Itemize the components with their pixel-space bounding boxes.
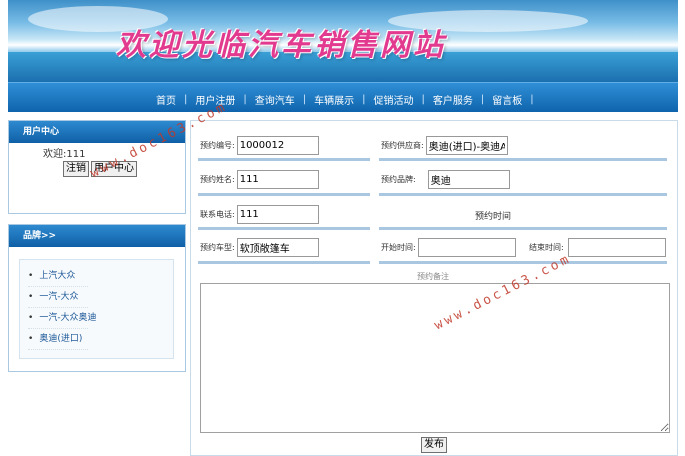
end-time-input[interactable]: [567, 237, 666, 257]
welcome-text: 欢迎:111: [43, 149, 86, 160]
note-textarea[interactable]: [200, 283, 670, 433]
site-title: 欢迎光临汽车销售网站: [116, 28, 446, 63]
nav-item-search-car[interactable]: 查询汽车 |: [247, 92, 306, 107]
brand-input[interactable]: [427, 169, 510, 189]
nav-item-showcase[interactable]: 车辆展示 |: [306, 92, 365, 107]
brand-item[interactable]: 一汽-大众奥迪: [28, 308, 97, 329]
submit-button[interactable]: 发布: [421, 437, 447, 453]
model-label: 预约车型:: [200, 242, 235, 252]
brand-item[interactable]: 一汽-大众: [28, 287, 88, 308]
brand-label: 预约品牌:: [381, 174, 416, 184]
nav-item-home[interactable]: 首页 |: [148, 92, 187, 107]
model-input[interactable]: [236, 237, 319, 257]
start-time-input[interactable]: [417, 237, 516, 257]
divider: [198, 227, 370, 230]
name-input[interactable]: [236, 169, 319, 189]
divider: [379, 227, 667, 230]
brand-item[interactable]: 奥迪(进口): [28, 329, 88, 350]
phone-input[interactable]: [236, 204, 319, 224]
nav-item-guestbook[interactable]: 留言板 |: [484, 92, 533, 107]
time-caption: 预约时间: [475, 212, 512, 222]
divider: [198, 193, 370, 196]
start-time-label: 开始时间:: [381, 242, 416, 252]
main-nav: 首页 | 用户注册 | 查询汽车 | 车辆展示 | 促销活动 | 客户服务 | 留言板 |: [8, 82, 678, 112]
end-time-label: 结束时间:: [529, 242, 564, 252]
supplier-label: 预约供应商:: [381, 140, 424, 150]
order-no-input[interactable]: [236, 135, 319, 155]
left-sidebar: 用户中心 欢迎:111 注销 用户中心 品牌>> 上汽大众 一汽-大众 一汽-大…: [8, 120, 186, 372]
note-label: 预约备注: [417, 272, 449, 281]
divider: [379, 158, 667, 161]
supplier-input[interactable]: [425, 135, 508, 155]
nav-item-promotions[interactable]: 促销活动 |: [366, 92, 425, 107]
divider: [198, 261, 370, 264]
nav-item-customer-service[interactable]: 客户服务 |: [425, 92, 484, 107]
brand-panel: 品牌>> 上汽大众 一汽-大众 一汽-大众奥迪 奥迪(进口): [8, 224, 186, 372]
brand-item[interactable]: 上汽大众: [28, 266, 88, 287]
divider: [379, 261, 667, 264]
divider: [379, 193, 667, 196]
logout-button[interactable]: 注销: [63, 161, 89, 177]
phone-label: 联系电话:: [200, 209, 235, 219]
divider: [198, 158, 370, 161]
brand-list: 上汽大众 一汽-大众 一汽-大众奥迪 奥迪(进口): [19, 259, 174, 359]
reservation-form: 预约编号: 预约供应商: 预约姓名: 预约品牌: 联系电话: 预约时间 预约车型…: [190, 120, 678, 456]
name-label: 预约姓名:: [200, 174, 235, 184]
site-banner: 欢迎光临汽车销售网站: [8, 0, 678, 82]
order-no-label: 预约编号:: [200, 140, 235, 150]
brand-header: 品牌>>: [9, 225, 185, 247]
